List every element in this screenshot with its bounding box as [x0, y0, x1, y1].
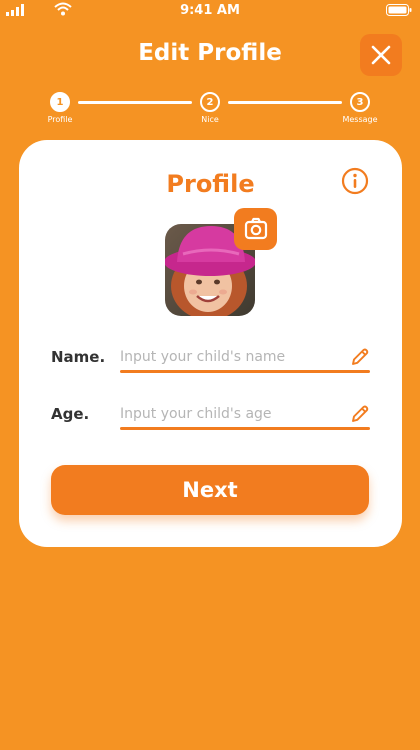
- step-label: Nice: [201, 115, 219, 124]
- change-photo-button[interactable]: [234, 208, 277, 250]
- age-underline: [120, 427, 370, 430]
- page-title: Edit Profile: [138, 40, 282, 66]
- age-input[interactable]: [120, 399, 350, 429]
- next-button[interactable]: Next: [51, 465, 369, 515]
- name-input[interactable]: [120, 342, 350, 372]
- close-icon: [371, 45, 391, 65]
- camera-icon: [244, 217, 267, 240]
- step-label: Profile: [47, 115, 73, 124]
- status-time: 9:41 AM: [180, 3, 240, 18]
- progress-stepper: 1 Profile 2 Nice 3 Message: [0, 88, 420, 128]
- step-number: 2: [200, 92, 220, 112]
- age-label: Age.: [51, 405, 90, 423]
- step-nice[interactable]: 2 Nice: [180, 92, 240, 124]
- step-number: 1: [50, 92, 70, 112]
- info-icon[interactable]: [341, 167, 369, 195]
- name-label: Name.: [51, 348, 106, 366]
- step-number: 3: [350, 92, 370, 112]
- status-bar: 9:41 AM: [0, 0, 420, 22]
- close-button[interactable]: [360, 34, 402, 76]
- profile-card: Profile Name. Input your child's name Ag…: [19, 140, 402, 547]
- battery-icon: [386, 4, 412, 16]
- step-label: Message: [342, 115, 378, 124]
- step-connector: [228, 101, 342, 104]
- pencil-icon[interactable]: [350, 347, 370, 367]
- step-profile[interactable]: 1 Profile: [30, 92, 90, 124]
- step-connector: [78, 101, 192, 104]
- step-message[interactable]: 3 Message: [330, 92, 390, 124]
- pencil-icon[interactable]: [350, 404, 370, 424]
- name-underline: [120, 370, 370, 373]
